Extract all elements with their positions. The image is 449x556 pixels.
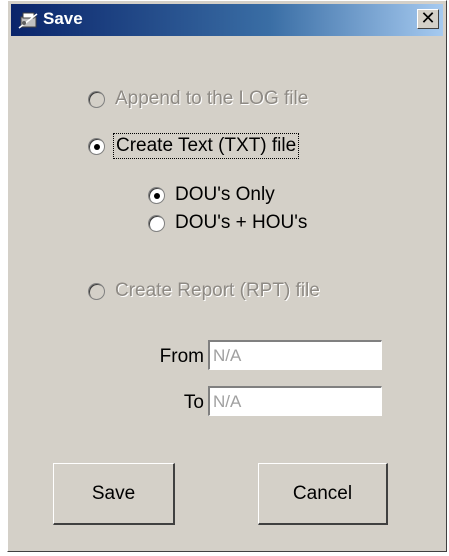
save-button[interactable]: Save [53, 463, 175, 525]
radio-button[interactable] [88, 282, 105, 300]
create-txt-label: Create Text (TXT) file [112, 133, 300, 159]
radio-button[interactable] [88, 137, 105, 155]
radio-dou-only[interactable]: DOU's Only [148, 183, 275, 207]
to-label: To [183, 392, 204, 413]
dou-hou-label: DOU's + HOU's [175, 212, 308, 233]
radio-create-rpt[interactable]: Create Report (RPT) file [88, 279, 320, 303]
save-dialog: Save ✕ Append to the LOG file Create Tex… [7, 0, 447, 552]
append-log-label: Append to the LOG file [115, 88, 309, 109]
dou-only-label: DOU's Only [175, 184, 275, 205]
radio-button[interactable] [148, 186, 165, 204]
radio-dou-hou[interactable]: DOU's + HOU's [148, 211, 307, 235]
to-field[interactable]: N/A [208, 386, 382, 416]
close-icon: ✕ [420, 8, 436, 28]
radio-button[interactable] [148, 214, 165, 232]
from-field[interactable]: N/A [208, 340, 382, 370]
create-rpt-label: Create Report (RPT) file [115, 280, 320, 301]
radio-button[interactable] [88, 90, 105, 108]
window-title: Save [43, 9, 83, 28]
radio-selected-dot [154, 192, 160, 199]
from-label: From [159, 346, 204, 367]
radio-append-log[interactable]: Append to the LOG file [88, 87, 308, 111]
title-bar[interactable]: Save ✕ [11, 4, 443, 36]
save-dialog-icon [18, 12, 38, 29]
close-button[interactable]: ✕ [417, 9, 439, 29]
radio-selected-dot [94, 143, 100, 150]
cancel-button[interactable]: Cancel [258, 463, 388, 525]
radio-create-txt[interactable]: Create Text (TXT) file [88, 133, 300, 159]
